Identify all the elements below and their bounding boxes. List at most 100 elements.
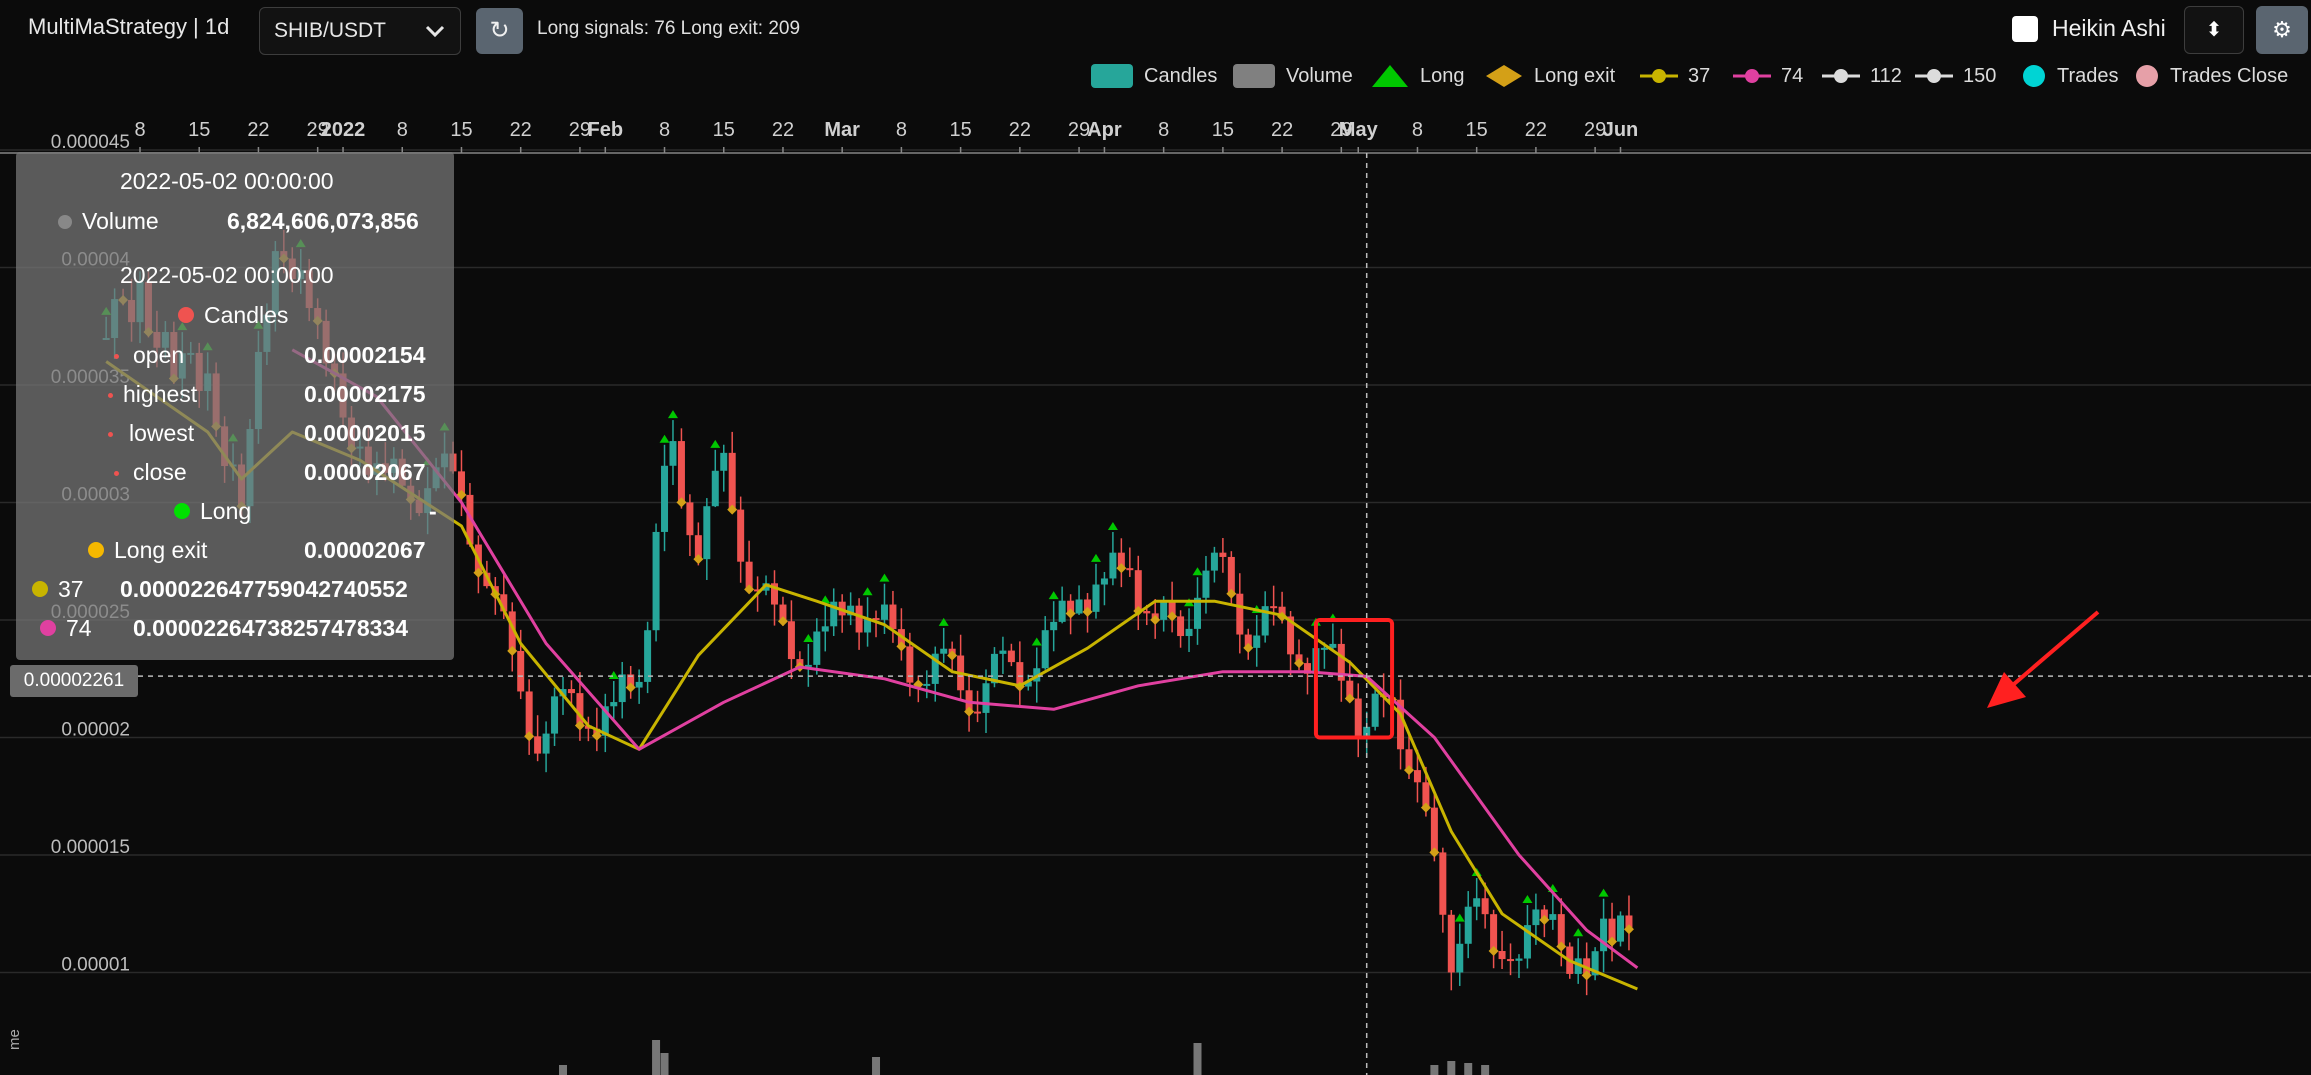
candle-body: [1490, 914, 1498, 952]
candle-body: [923, 683, 931, 686]
long-marker: [1031, 637, 1042, 646]
volume-bar: [1481, 1065, 1490, 1075]
candle-body: [1210, 552, 1218, 571]
legend-item-trades-close[interactable]: Trades Close: [2134, 60, 2288, 92]
long-marker: [1090, 553, 1101, 562]
tooltip-panel: 2022-05-02 00:00:00 Volume 6,824,606,073…: [16, 152, 454, 660]
x-tick-label: 8: [397, 119, 408, 141]
legend-item-candles[interactable]: Candles: [1090, 60, 1217, 92]
legend-label: 74: [1781, 64, 1804, 87]
tooltip-highest-label: highest: [123, 381, 198, 407]
legend-item-37[interactable]: 37: [1640, 60, 1710, 92]
tooltip-long-exit-row: Long exit: [88, 537, 207, 565]
tooltip-highest-value: 0.00002175: [304, 381, 426, 407]
tooltip-open-row: open: [114, 342, 184, 370]
candles-dot-icon: [178, 307, 194, 323]
x-tick-label: 15: [949, 119, 971, 141]
long-marker: [1192, 567, 1203, 576]
annotation-arrow-shaft: [1998, 610, 2100, 698]
x-tick-label: 22: [1271, 119, 1293, 141]
candle-body: [661, 465, 669, 532]
x-tick-label: 8: [1412, 119, 1423, 141]
sort-icon: ⬍: [2205, 19, 2223, 41]
candle-body: [1253, 635, 1261, 648]
candle-body: [635, 681, 643, 688]
candle-body: [1413, 770, 1421, 783]
tooltip-ma74-label: 74: [66, 615, 92, 641]
legend-label: 37: [1688, 64, 1711, 87]
heikin-ashi-checkbox[interactable]: [2012, 16, 2038, 42]
volume-bar: [1464, 1063, 1473, 1075]
candle-body: [1177, 616, 1185, 637]
y-tick-label: 0.00002: [61, 720, 130, 741]
candle-body: [669, 441, 677, 466]
bullet-icon: [108, 393, 113, 399]
volume-dot-icon: [58, 215, 72, 229]
legend-item-150[interactable]: 150: [1915, 60, 1996, 92]
tooltip-candles-row: Candles: [178, 302, 288, 330]
long-marker: [710, 439, 721, 448]
legend-item-trades[interactable]: Trades: [2021, 60, 2119, 92]
sort-select-button[interactable]: ⬍: [2184, 6, 2244, 54]
candle-body: [889, 604, 897, 630]
toolbar: MultiMaStrategy | 1d SHIB/USDT ↻ Long si…: [0, 0, 2311, 60]
long-marker: [1598, 888, 1609, 897]
candle-body: [686, 502, 694, 536]
legend-item-long[interactable]: Long: [1370, 60, 1465, 92]
candle-body: [999, 650, 1007, 654]
legend-label: Volume: [1286, 64, 1353, 87]
candle-body: [1498, 951, 1506, 960]
volume-bar: [1447, 1061, 1456, 1075]
legend-item-long-exit[interactable]: Long exit: [1484, 60, 1615, 92]
candle-body: [1481, 898, 1489, 915]
y-tick-label: 0.00001: [61, 955, 130, 976]
signals-summary: Long signals: 76 Long exit: 209: [537, 18, 801, 39]
candle-body: [1041, 630, 1049, 669]
y-tick-label: 0.000045: [51, 132, 130, 153]
volume-bar: [660, 1053, 669, 1075]
tooltip-ma74-row: 74: [40, 615, 92, 643]
volume-bar: [872, 1057, 881, 1075]
candle-body: [1092, 584, 1100, 612]
long-marker: [803, 633, 814, 642]
candle-body: [1371, 693, 1379, 727]
candle-body: [813, 631, 821, 665]
candle-body: [1007, 650, 1015, 663]
legend-label: Candles: [1144, 64, 1218, 87]
tooltip-volume-date: 2022-05-02 00:00:00: [120, 168, 334, 194]
candle-body: [1126, 568, 1134, 571]
x-tick-label: May: [1339, 119, 1379, 141]
legend-item-74[interactable]: 74: [1733, 60, 1803, 92]
volume-bar: [1193, 1043, 1202, 1075]
volume-axis-label: me: [6, 1029, 23, 1050]
bullet-icon: [108, 432, 113, 438]
candle-body: [1464, 906, 1472, 944]
tooltip-volume-label: Volume: [82, 208, 159, 234]
tooltip-ma37-label: 37: [58, 576, 84, 602]
x-tick-label: 8: [659, 119, 670, 141]
long-marker: [862, 587, 873, 596]
pair-select[interactable]: SHIB/USDT: [259, 7, 461, 55]
strategy-title: MultiMaStrategy | 1d: [28, 14, 230, 39]
bullet-icon: [114, 354, 119, 360]
candle-body: [1447, 914, 1455, 973]
long-marker: [1573, 928, 1584, 937]
legend-item-volume[interactable]: Volume: [1232, 60, 1353, 92]
tooltip-long-row: Long: [174, 498, 251, 526]
settings-button[interactable]: ⚙: [2256, 6, 2308, 54]
candle-body: [1430, 807, 1438, 853]
candle-body: [1354, 698, 1362, 736]
candle-body: [1109, 552, 1117, 579]
x-tick-label: Apr: [1087, 119, 1122, 141]
x-tick-label: 8: [134, 119, 145, 141]
refresh-button[interactable]: ↻: [476, 8, 523, 54]
candle-body: [618, 674, 626, 703]
candle-body: [1185, 628, 1193, 637]
tooltip-ma74-value: 0.00002264738257478334: [133, 615, 409, 641]
heikin-ashi-label: Heikin Ashi: [2052, 15, 2166, 41]
candle-body: [1617, 915, 1624, 942]
candle-body: [1549, 914, 1557, 920]
legend-item-112[interactable]: 112: [1822, 60, 1902, 92]
legend-label: 150: [1963, 64, 1997, 87]
tooltip-close-label: close: [133, 459, 187, 485]
